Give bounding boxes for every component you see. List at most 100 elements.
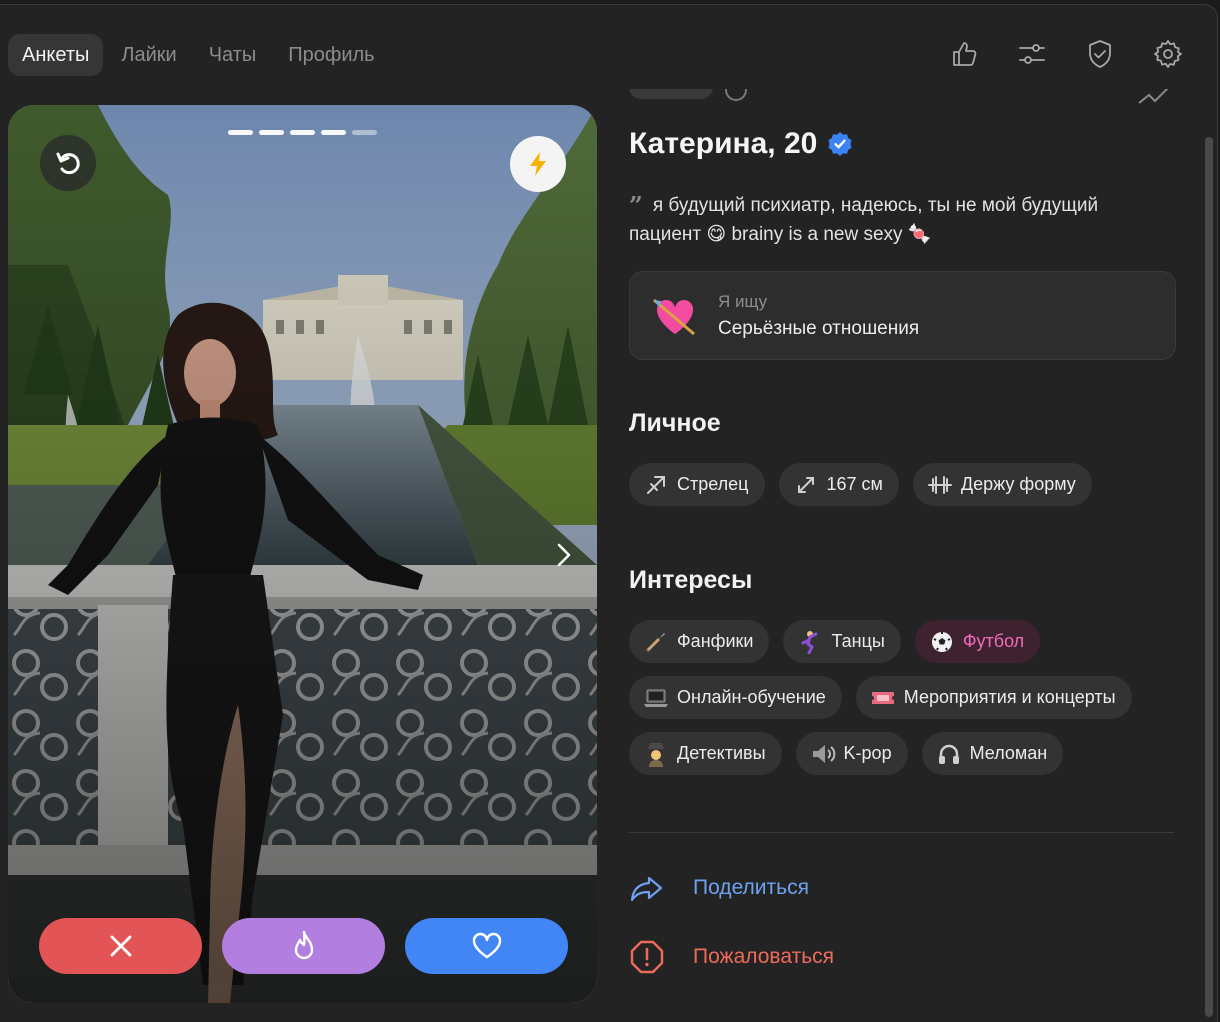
heart-arrow-emoji [653, 298, 695, 336]
speaker-emoji [812, 744, 835, 763]
lightning-icon [530, 152, 546, 176]
sagittarius-icon [647, 475, 665, 494]
rewind-icon [56, 152, 80, 175]
share-icon [630, 876, 663, 902]
scrollbar[interactable] [1205, 137, 1213, 1017]
verified-badge-icon [828, 132, 852, 156]
personal-chips: Стрелец 167 см Держу форму [629, 463, 1092, 506]
chip-label: Мероприятия и концерты [903, 687, 1116, 707]
swipe-actions [39, 918, 568, 974]
boost-button[interactable] [510, 136, 566, 192]
chip-height: 167 см [778, 463, 899, 506]
superlike-button[interactable] [222, 918, 385, 974]
tab-label: Анкеты [22, 43, 90, 66]
looking-for-value: Серьёзные отношения [718, 318, 920, 339]
info-icon [725, 89, 747, 101]
tab-profiles[interactable]: Анкеты [8, 34, 104, 76]
chip-label: Фанфики [677, 631, 754, 651]
chip-label: Держу форму [960, 474, 1076, 494]
tab-likes[interactable]: Лайки [107, 34, 190, 76]
app-window: Анкеты Лайки Чаты Профиль Катерина, 20 ”… [0, 4, 1218, 1022]
divider [629, 832, 1174, 833]
headphones-emoji [938, 744, 959, 764]
profile-photo [8, 105, 597, 1003]
chip-label: Футбол [962, 631, 1025, 651]
interests-row: Онлайн-обучение Мероприятия и концерты [629, 676, 1132, 719]
heart-icon [472, 932, 501, 959]
flame-icon [294, 930, 313, 960]
dislike-button[interactable] [39, 918, 202, 974]
tab-label: Лайки [121, 43, 177, 66]
progress-segment [352, 130, 377, 135]
profile-name: Катерина, 20 [629, 127, 818, 160]
interests-section-title: Интересы [629, 566, 753, 594]
rewind-button[interactable] [40, 135, 96, 191]
quote-icon: ” [629, 191, 643, 220]
share-button[interactable]: Поделиться [629, 870, 809, 906]
thumbs-up-button[interactable] [945, 35, 983, 73]
chip-label: Танцы [831, 631, 885, 651]
safety-button[interactable] [1081, 35, 1119, 73]
gear-icon [1154, 40, 1182, 68]
tab-chats[interactable]: Чаты [195, 34, 271, 76]
filters-button[interactable] [1013, 35, 1051, 73]
interest-chip: Детективы [629, 732, 782, 775]
profile-photo-card[interactable] [8, 105, 597, 1003]
interest-chip: Танцы [783, 620, 901, 663]
ticket-emoji [871, 691, 894, 704]
sparkline-icon [1138, 89, 1169, 104]
detective-emoji [646, 742, 666, 767]
chip-label: Меломан [969, 743, 1048, 763]
scrolled-content [629, 89, 1177, 113]
top-icons [945, 35, 1187, 73]
name-row: Катерина, 20 [629, 127, 853, 161]
bio-text: я будущий психиатр, надеюсь, ты не мой б… [629, 195, 1099, 245]
settings-button[interactable] [1149, 35, 1187, 73]
close-icon [110, 935, 131, 957]
interest-chip: Мероприятия и концерты [855, 676, 1132, 719]
looking-for-card: Я ищу Серьёзные отношения [629, 271, 1176, 360]
tab-label: Профиль [288, 43, 375, 66]
next-photo-button[interactable] [551, 541, 575, 569]
like-button[interactable] [405, 918, 568, 974]
report-label: Пожаловаться [693, 945, 835, 968]
chip-label: Стрелец [677, 474, 749, 494]
thumbs-up-icon [953, 42, 977, 66]
interest-chip-highlighted: Футбол [914, 620, 1041, 663]
report-button[interactable]: Пожаловаться [629, 939, 834, 975]
interest-chip: Онлайн-обучение [629, 676, 842, 719]
top-nav: Анкеты Лайки Чаты Профиль [8, 33, 389, 77]
chip-label: Онлайн-обучение [677, 687, 826, 707]
brush-emoji [645, 632, 665, 652]
interest-chip: Меломан [921, 732, 1064, 775]
tab-label: Чаты [208, 43, 257, 66]
height-arrows-icon [797, 476, 814, 493]
personal-section-title: Личное [629, 409, 721, 437]
chip-fitness: Держу форму [912, 463, 1092, 506]
badge-chip [629, 89, 713, 99]
tab-profile[interactable]: Профиль [274, 34, 388, 76]
chip-label: K-pop [843, 743, 892, 763]
interest-chip: K-pop [795, 732, 908, 775]
photo-progress [228, 130, 377, 135]
progress-segment [321, 130, 346, 135]
laptop-emoji [644, 689, 668, 707]
soccer-ball-emoji [931, 631, 952, 652]
bio: ” я будущий психиатр, надеюсь, ты не мой … [629, 191, 1169, 249]
progress-segment [290, 130, 315, 135]
progress-segment [259, 130, 284, 135]
sliders-icon [1019, 44, 1045, 64]
shield-check-icon [1089, 40, 1111, 68]
dancer-emoji [801, 630, 818, 654]
interest-chip: Фанфики [629, 620, 770, 663]
warning-octagon-icon [630, 940, 664, 974]
looking-for-label: Я ищу [718, 292, 768, 311]
chip-label: 167 см [826, 474, 883, 494]
interests-row: Детективы K-pop Меломан [629, 732, 1064, 775]
dumbbell-icon [927, 475, 952, 494]
progress-segment [228, 130, 253, 135]
chevron-right-icon [557, 543, 571, 567]
chip-label: Детективы [677, 743, 766, 763]
interests-row: Фанфики Танцы Футбол [629, 620, 1041, 663]
chip-zodiac: Стрелец [629, 463, 765, 506]
